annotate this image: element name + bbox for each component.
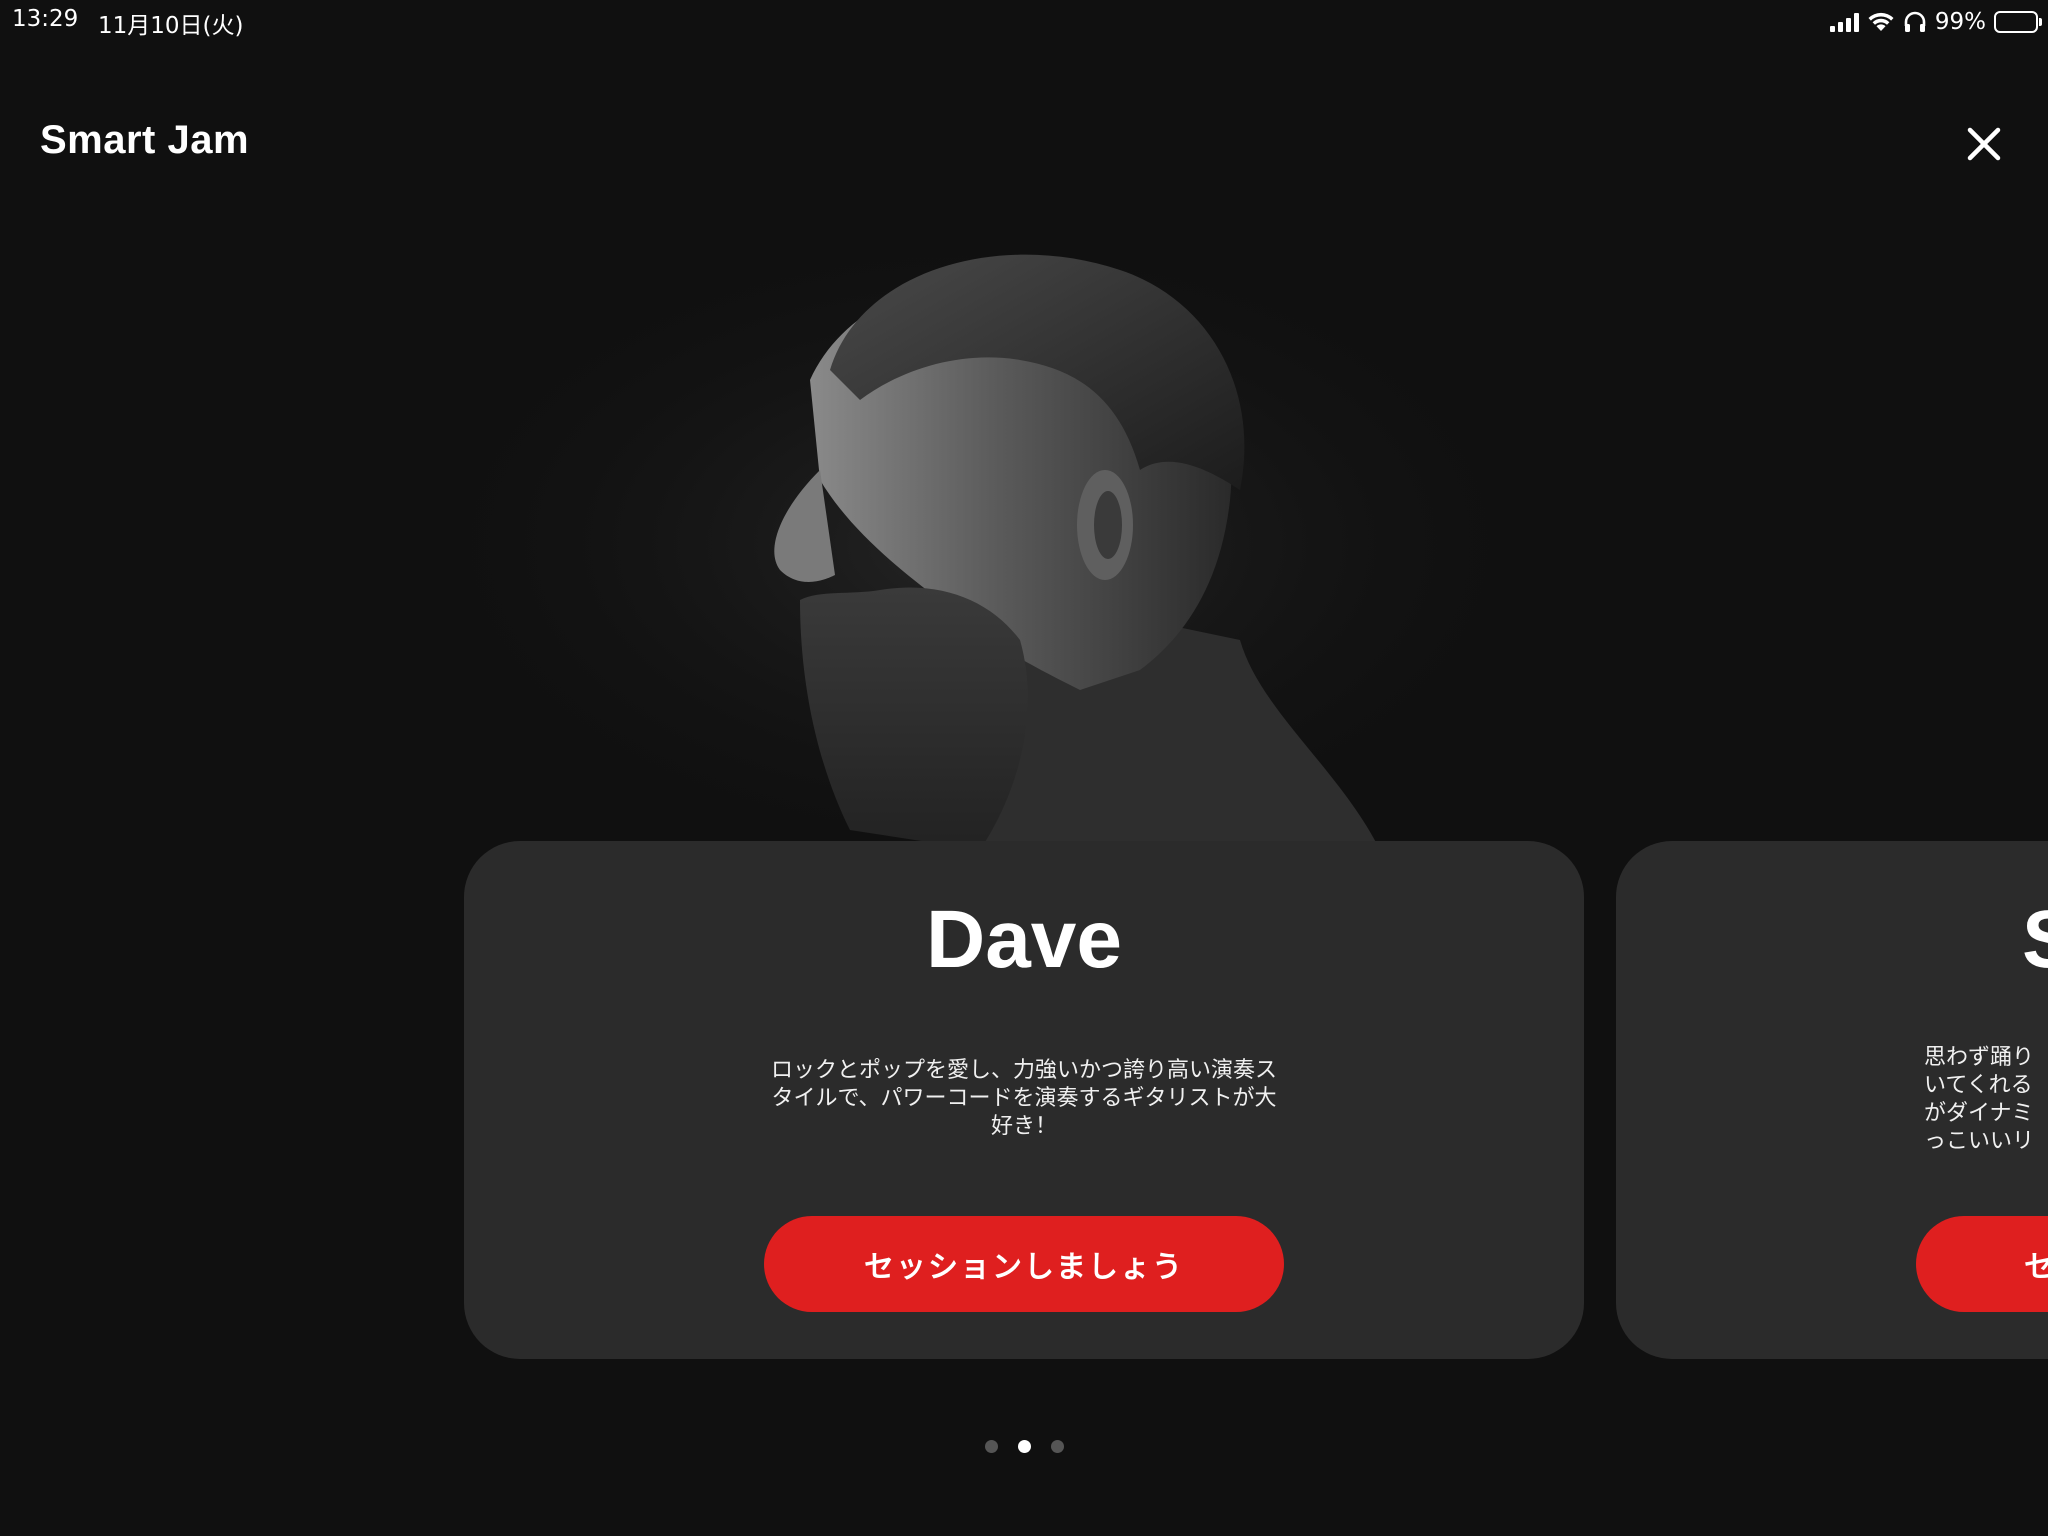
description-line: いてくれる [1924,1073,2033,1098]
musician-name: Dave [925,894,1123,985]
close-button[interactable] [1964,124,2004,164]
status-time: 13:29 [12,6,79,32]
page-dot[interactable] [1050,1440,1064,1453]
status-indicators: 99% [1829,6,2042,38]
page-dot[interactable] [1017,1440,1031,1453]
musician-card-next[interactable]: S 思わず踊り いてくれる がダイナミ っこいいリ セ [1616,841,2048,1359]
musician-card-dave[interactable]: Dave ロックとポップを愛し、力強いかつ誇り高い演奏スタイルで、パワーコードを… [464,841,1584,1359]
start-session-button[interactable]: セ [1916,1216,2048,1312]
musician-description: ロックとポップを愛し、力強いかつ誇り高い演奏スタイルで、パワーコードを演奏するギ… [770,1058,1277,1139]
battery-percent: 99% [1934,9,1986,35]
close-icon [1967,127,2001,161]
page-dot[interactable] [984,1440,998,1453]
start-session-button[interactable]: セッションしましょう [764,1216,1284,1312]
headphones-icon [1904,11,1926,32]
wifi-icon [1868,12,1894,31]
description-line: がダイナミ [1924,1101,2034,1126]
status-bar: 13:29 11月10日(火) 99% [0,0,2048,44]
musician-name: S [2022,893,2048,987]
description-line: 思わず踊り [1924,1045,2035,1070]
musician-portrait [380,170,1580,850]
battery-icon [1994,11,2042,33]
musician-description: 思わず踊り いてくれる がダイナミ っこいいリ [1924,1044,2034,1156]
app-title: Smart Jam [40,118,250,162]
status-date: 11月10日(火) [98,13,244,39]
carousel-page-indicator [0,1440,2048,1453]
description-line: っこいいリ [1924,1129,2035,1154]
smart-jam-screen: 13:29 11月10日(火) 99% Smart Jam Dave ロックとポ… [0,0,2048,1536]
cellular-signal-icon [1829,12,1859,32]
